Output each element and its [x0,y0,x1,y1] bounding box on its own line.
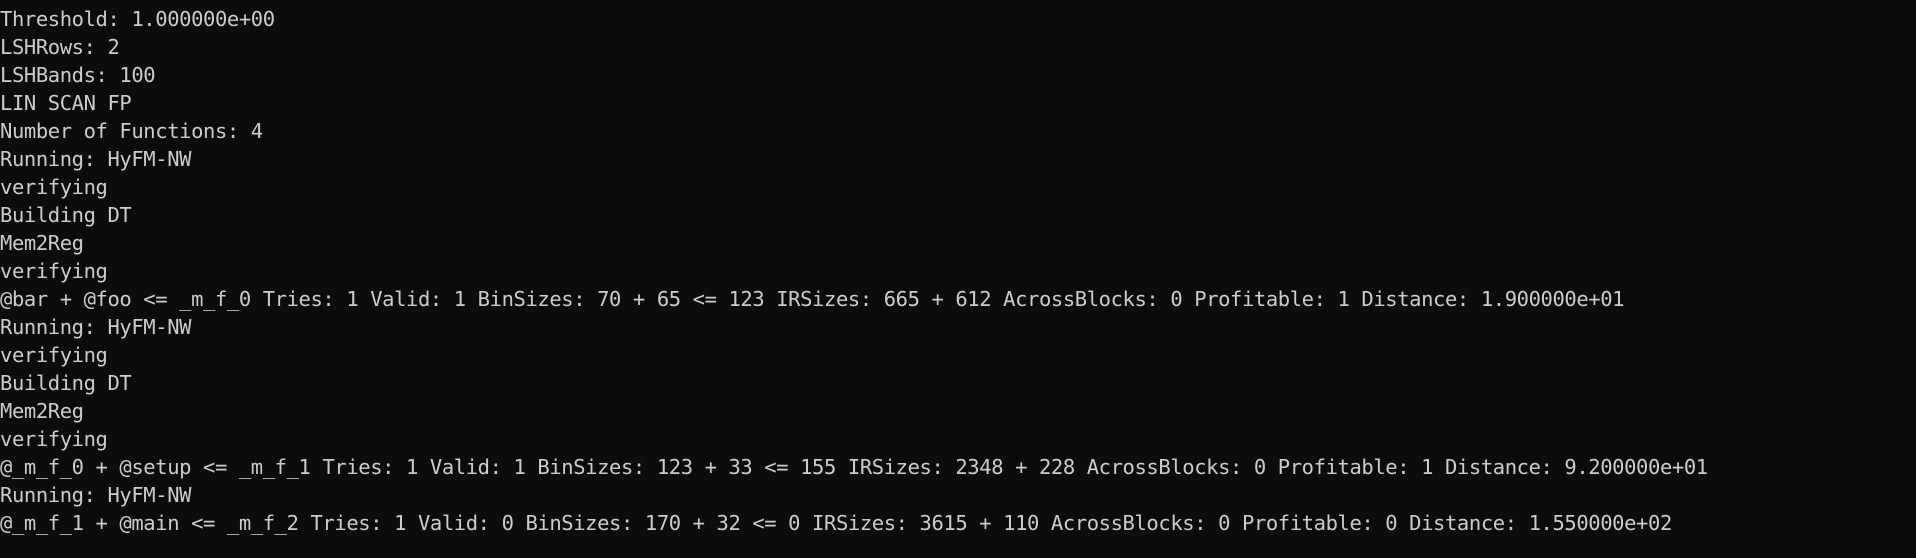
terminal-line-merge-result: @_m_f_1 + @main <= _m_f_2 Tries: 1 Valid… [0,511,1672,535]
terminal-line-building-dt: Building DT [0,203,132,227]
terminal-line-lshbands: LSHBands: 100 [0,63,156,87]
terminal-line-running: Running: HyFM-NW [0,483,192,507]
terminal-line-lshrows: LSHRows: 2 [0,35,120,59]
terminal-output: Threshold: 1.000000e+00 LSHRows: 2 LSHBa… [0,5,1708,537]
terminal-line-mem2reg: Mem2Reg [0,231,84,255]
terminal-line-function-count: Number of Functions: 4 [0,119,263,143]
terminal-line-building-dt: Building DT [0,371,132,395]
terminal-line-mem2reg: Mem2Reg [0,399,84,423]
terminal-line-verifying: verifying [0,175,108,199]
terminal-line-merge-result: @_m_f_0 + @setup <= _m_f_1 Tries: 1 Vali… [0,455,1708,479]
terminal-line-verifying: verifying [0,427,108,451]
terminal-line-running: Running: HyFM-NW [0,315,192,339]
terminal-line-verifying: verifying [0,259,108,283]
terminal-line-lin-scan: LIN SCAN FP [0,91,132,115]
terminal-line-running: Running: HyFM-NW [0,147,192,171]
terminal-line-verifying: verifying [0,343,108,367]
terminal-line-merge-result: @bar + @foo <= _m_f_0 Tries: 1 Valid: 1 … [0,287,1625,311]
terminal-line-threshold: Threshold: 1.000000e+00 [0,7,275,31]
terminal-window[interactable]: Threshold: 1.000000e+00 LSHRows: 2 LSHBa… [0,0,1916,558]
